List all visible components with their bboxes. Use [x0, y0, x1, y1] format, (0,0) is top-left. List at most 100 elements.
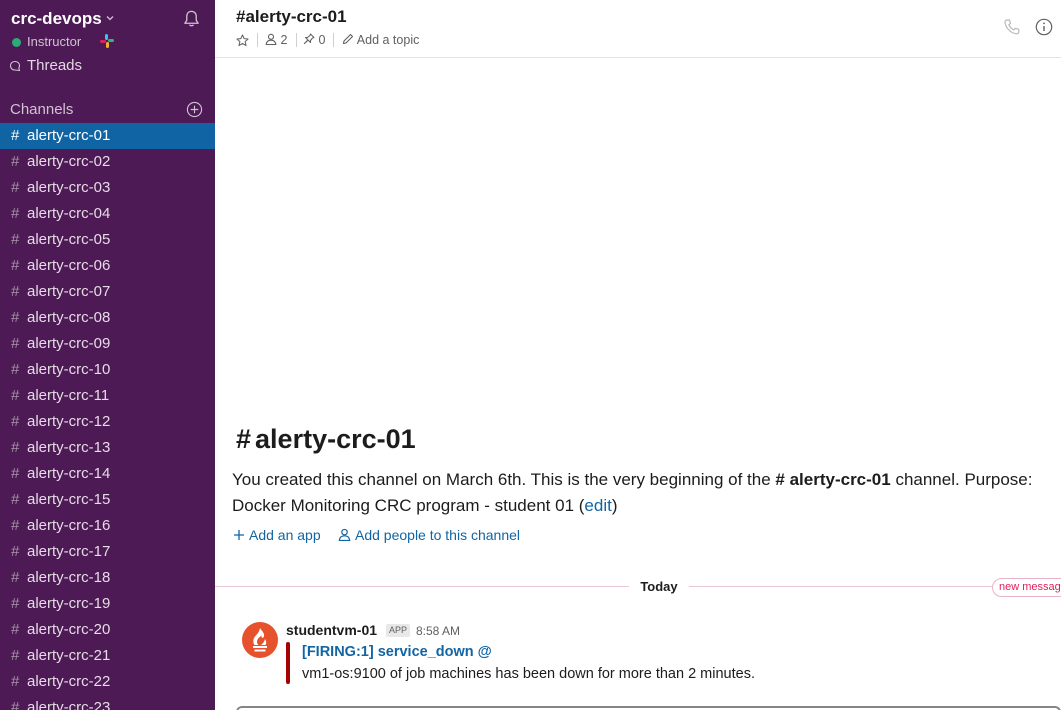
member-icon — [265, 33, 277, 46]
add-app-button[interactable]: Add an app — [233, 527, 321, 543]
channel-name: alerty-crc-09 — [27, 335, 111, 352]
sidebar-item-alerty-crc-11[interactable]: # alerty-crc-11 — [0, 383, 215, 409]
hash-icon: # — [11, 517, 20, 534]
hash-icon: # — [11, 309, 20, 326]
sidebar-item-alerty-crc-10[interactable]: # alerty-crc-10 — [0, 357, 215, 383]
channel-name: alerty-crc-19 — [27, 595, 111, 612]
channel-name: alerty-crc-23 — [27, 699, 111, 710]
new-messages-badge[interactable]: new messages — [992, 578, 1061, 597]
channel-header: #alerty-crc-01 2 0 Add a topic — [215, 0, 1061, 58]
sidebar-item-alerty-crc-03[interactable]: # alerty-crc-03 — [0, 175, 215, 201]
sidebar-item-alerty-crc-08[interactable]: # alerty-crc-08 — [0, 305, 215, 331]
message-timestamp[interactable]: 8:58 AM — [416, 624, 460, 638]
hash-icon: # — [11, 231, 20, 248]
chevron-down-icon — [106, 16, 114, 21]
channel-name: alerty-crc-17 — [27, 543, 111, 560]
hash-icon: # — [11, 153, 20, 170]
members-button[interactable]: 2 — [265, 33, 287, 47]
team-name: crc-devops — [11, 9, 102, 28]
channel-name: alerty-crc-16 — [27, 517, 111, 534]
avatar[interactable] — [242, 622, 278, 658]
hash-icon: # — [11, 621, 20, 638]
channel-intro-title: # alerty-crc-01 — [236, 424, 416, 455]
channel-name: alerty-crc-06 — [27, 257, 111, 274]
person-icon — [338, 528, 351, 542]
hash-icon: # — [11, 543, 20, 560]
team-menu-button[interactable]: crc-devops — [11, 8, 205, 30]
sidebar-item-alerty-crc-18[interactable]: # alerty-crc-18 — [0, 565, 215, 591]
sidebar-item-alerty-crc-01[interactable]: # alerty-crc-01 — [0, 123, 215, 149]
star-icon[interactable] — [236, 34, 249, 47]
sidebar-item-alerty-crc-21[interactable]: # alerty-crc-21 — [0, 643, 215, 669]
slack-logo-icon — [100, 34, 114, 48]
hash-icon: # — [11, 647, 20, 664]
channel-name: alerty-crc-04 — [27, 205, 111, 222]
sidebar-item-alerty-crc-20[interactable]: # alerty-crc-20 — [0, 617, 215, 643]
hash-icon: # — [11, 205, 20, 222]
sidebar-item-alerty-crc-19[interactable]: # alerty-crc-19 — [0, 591, 215, 617]
hash-icon: # — [11, 387, 20, 404]
channel-name: alerty-crc-08 — [27, 309, 111, 326]
pencil-icon — [342, 33, 354, 45]
hash-icon: # — [11, 127, 20, 144]
bell-icon[interactable] — [182, 9, 201, 28]
edit-purpose-link[interactable]: edit — [584, 496, 611, 515]
info-icon[interactable] — [1035, 18, 1053, 36]
attachment-title-link[interactable]: [FIRING:1] service_down @ — [302, 644, 492, 660]
sidebar-item-alerty-crc-22[interactable]: # alerty-crc-22 — [0, 669, 215, 695]
sidebar-item-alerty-crc-13[interactable]: # alerty-crc-13 — [0, 435, 215, 461]
prometheus-logo-icon — [253, 628, 267, 652]
presence-indicator — [12, 38, 21, 47]
attachment-text: vm1-os:9100 of job machines has been dow… — [302, 666, 755, 682]
message-sender[interactable]: studentvm-01 — [286, 622, 377, 638]
channel-name: alerty-crc-12 — [27, 413, 111, 430]
hash-icon: # — [11, 491, 20, 508]
sidebar-item-alerty-crc-06[interactable]: # alerty-crc-06 — [0, 253, 215, 279]
hash-icon: # — [11, 699, 20, 710]
sidebar-item-alerty-crc-04[interactable]: # alerty-crc-04 — [0, 201, 215, 227]
sidebar-item-alerty-crc-02[interactable]: # alerty-crc-02 — [0, 149, 215, 175]
channels-label: Channels — [10, 101, 74, 118]
channel-name: alerty-crc-10 — [27, 361, 111, 378]
app-badge: APP — [386, 624, 411, 637]
intro-text-start: You created this channel on March 6th. T… — [232, 470, 776, 489]
sidebar-item-alerty-crc-17[interactable]: # alerty-crc-17 — [0, 539, 215, 565]
channel-mention[interactable]: # alerty-crc-01 — [775, 470, 890, 489]
sidebar-item-alerty-crc-07[interactable]: # alerty-crc-07 — [0, 279, 215, 305]
meta-divider — [257, 33, 258, 47]
sidebar-item-alerty-crc-05[interactable]: # alerty-crc-05 — [0, 227, 215, 253]
phone-icon[interactable] — [1003, 18, 1021, 36]
channel-name: alerty-crc-18 — [27, 569, 111, 586]
sidebar-item-alerty-crc-23[interactable]: # alerty-crc-23 — [0, 695, 215, 710]
hash-icon: # — [11, 179, 20, 196]
channel-title[interactable]: #alerty-crc-01 — [236, 7, 347, 27]
sidebar-item-alerty-crc-09[interactable]: # alerty-crc-09 — [0, 331, 215, 357]
sidebar-item-alerty-crc-12[interactable]: # alerty-crc-12 — [0, 409, 215, 435]
sidebar-item-alerty-crc-16[interactable]: # alerty-crc-16 — [0, 513, 215, 539]
message-composer[interactable] — [236, 706, 1061, 710]
attachment-color-bar — [286, 642, 290, 684]
channel-name: alerty-crc-02 — [27, 153, 111, 170]
day-label[interactable]: Today — [629, 578, 689, 596]
add-topic-button[interactable]: Add a topic — [342, 33, 419, 47]
add-channel-icon[interactable] — [186, 101, 203, 118]
add-people-button[interactable]: Add people to this channel — [338, 527, 520, 543]
add-topic-label: Add a topic — [356, 33, 420, 47]
hash-icon: # — [11, 439, 20, 456]
hash-icon: # — [11, 569, 20, 586]
channel-name: alerty-crc-03 — [27, 179, 111, 196]
channel-name: alerty-crc-01 — [27, 127, 111, 144]
sidebar-item-alerty-crc-14[interactable]: # alerty-crc-14 — [0, 461, 215, 487]
hash-icon: # — [11, 673, 20, 690]
channel-intro-text: You created this channel on March 6th. T… — [232, 467, 1054, 519]
intro-close-paren: ) — [611, 496, 618, 515]
meta-divider — [296, 33, 297, 47]
pin-icon — [303, 33, 315, 45]
hash-icon: # — [236, 424, 252, 454]
pins-button[interactable]: 0 — [303, 33, 325, 47]
sidebar-item-alerty-crc-15[interactable]: # alerty-crc-15 — [0, 487, 215, 513]
channel-name: alerty-crc-11 — [27, 387, 110, 404]
channels-section-header[interactable]: Channels — [10, 101, 205, 121]
sidebar: crc-devops Instructor Threads Channels #… — [0, 0, 215, 710]
channel-list: # alerty-crc-01 # alerty-crc-02 # alerty-crc-… — [0, 123, 215, 710]
